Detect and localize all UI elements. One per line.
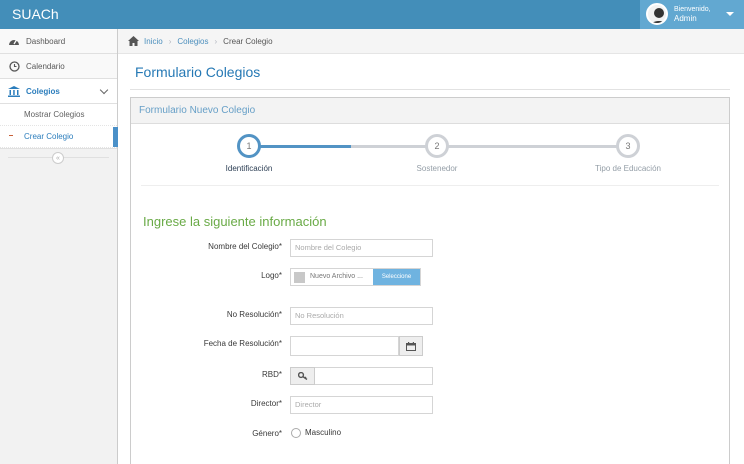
key-icon <box>290 367 315 385</box>
navbar: SUACh Bienvenido, Admin <box>0 0 744 29</box>
double-angle-left-icon[interactable]: « <box>52 152 64 164</box>
step-1-circle[interactable]: 1 <box>237 134 261 158</box>
logo-file-input[interactable]: Nuevo Archivo ... Seleccione <box>290 268 421 286</box>
home-icon <box>128 36 139 46</box>
sidebar-item-calendario[interactable]: Calendario <box>0 54 117 79</box>
select-file-button[interactable]: Seleccione <box>373 269 420 285</box>
divider <box>130 89 730 90</box>
sidebar-item-label: Calendario <box>26 61 65 71</box>
sidebar-item-label: Colegios <box>26 86 60 96</box>
nombre-input[interactable]: Nombre del Colegio <box>290 239 433 257</box>
sidebar-item-dashboard[interactable]: Dashboard <box>0 29 117 54</box>
institution-icon <box>8 85 20 97</box>
rbd-input[interactable] <box>315 367 433 385</box>
form-row-director: Director* Director <box>130 396 530 414</box>
breadcrumb-separator: › <box>168 36 172 46</box>
step-2-title: Sostenedor <box>416 164 458 173</box>
logo-label: Logo* <box>261 271 282 280</box>
radio-masculino-label[interactable]: Masculino <box>305 428 341 437</box>
sidebar-subitem-crear-colegio[interactable]: Crear Colegio <box>0 126 118 148</box>
step-2-circle[interactable]: 2 <box>425 134 449 158</box>
step-1-title: Identificación <box>225 164 273 173</box>
brand-logo[interactable]: SUACh <box>12 6 59 22</box>
form-heading: Ingrese la siguiente información <box>143 214 327 229</box>
sidebar-submenu: Mostrar Colegios Crear Colegio <box>0 104 118 149</box>
file-icon <box>294 272 305 283</box>
breadcrumb-current: Crear Colegio <box>223 36 273 46</box>
caret-down-icon <box>726 12 734 16</box>
form-row-resolucion: No Resolución* No Resolución <box>130 307 530 325</box>
sidebar-subitem-label: Mostrar Colegios <box>24 110 85 119</box>
sidebar-item-label: Dashboard <box>26 36 66 46</box>
resolucion-input[interactable]: No Resolución <box>290 307 433 325</box>
step-progress-line <box>251 145 351 148</box>
genero-label: Género* <box>252 429 282 438</box>
step-remaining-line <box>351 145 637 148</box>
sidebar-collapse: « <box>0 149 117 167</box>
avatar <box>646 3 668 25</box>
form-row-logo: Logo* Nuevo Archivo ... Seleccione <box>130 268 530 286</box>
welcome-label: Bienvenido, <box>674 6 711 13</box>
rbd-label: RBD* <box>261 370 282 379</box>
director-input[interactable]: Director <box>290 396 433 414</box>
breadcrumb-section-link[interactable]: Colegios <box>177 37 208 46</box>
bullet-icon <box>9 135 13 136</box>
sidebar: Dashboard Calendario Colegios Mostrar Co… <box>0 29 118 464</box>
breadcrumb-home-link[interactable]: Inicio <box>144 37 163 46</box>
step-3-circle[interactable]: 3 <box>616 134 640 158</box>
sidebar-subitem-label: Crear Colegio <box>24 132 74 141</box>
nombre-label: Nombre del Colegio* <box>208 242 282 251</box>
breadcrumb-separator: › <box>214 36 218 46</box>
active-marker <box>113 127 118 147</box>
calendar-icon[interactable] <box>399 336 423 356</box>
form-row-fecha: Fecha de Resolución* <box>130 336 530 356</box>
resolucion-label: No Resolución* <box>226 310 282 319</box>
clock-icon <box>8 60 20 72</box>
user-avatar-icon <box>652 8 666 23</box>
form-row-nombre: Nombre del Colegio* Nombre del Colegio <box>130 239 530 257</box>
tachometer-icon <box>8 35 20 47</box>
chevron-down-icon <box>99 85 109 95</box>
sidebar-subitem-mostrar-colegios[interactable]: Mostrar Colegios <box>0 104 117 126</box>
step-3-title: Tipo de Educación <box>595 164 661 173</box>
breadcrumb: Inicio › Colegios › Crear Colegio <box>118 29 744 54</box>
director-label: Director* <box>250 399 282 408</box>
sidebar-item-colegios[interactable]: Colegios <box>0 79 117 104</box>
user-name: Admin <box>674 14 697 23</box>
page-title: Formulario Colegios <box>135 64 261 80</box>
welcome-text: Bienvenido, Admin <box>674 5 711 23</box>
form-row-rbd: RBD* <box>130 367 530 385</box>
fecha-label: Fecha de Resolución* <box>203 339 282 348</box>
fecha-input[interactable] <box>290 336 399 356</box>
radio-masculino[interactable] <box>291 428 301 438</box>
wizard-steps: 1 Identificación 2 Sostenedor 3 Tipo de … <box>141 124 719 186</box>
form-row-genero: Género* Masculino <box>130 426 530 444</box>
user-menu[interactable]: Bienvenido, Admin <box>640 0 744 29</box>
widget-title: Formulario Nuevo Colegio <box>131 98 729 124</box>
file-name-text: Nuevo Archivo ... <box>310 273 363 280</box>
